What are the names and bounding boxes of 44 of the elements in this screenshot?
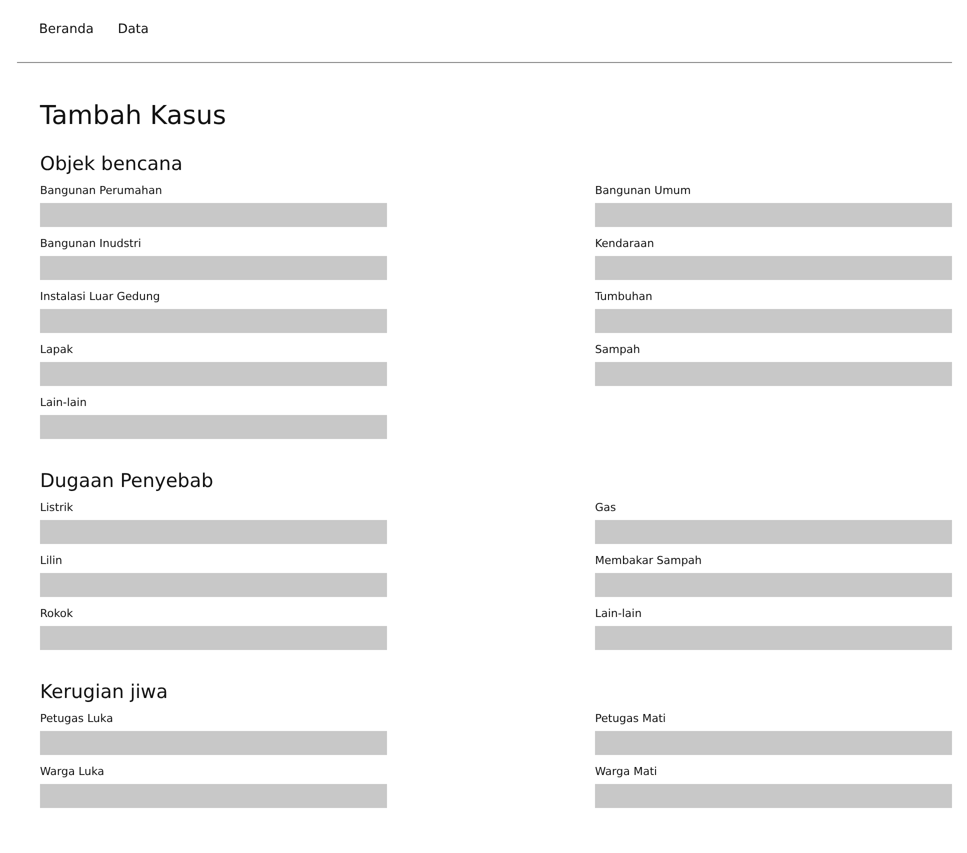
field-label: Tumbuhan [595, 290, 654, 304]
input-field[interactable] [595, 362, 952, 386]
field-label: Listrik [40, 501, 74, 515]
input-field[interactable] [40, 626, 387, 650]
field-label: Instalasi Luar Gedung [40, 290, 161, 304]
input-field[interactable] [40, 362, 387, 386]
nav-link[interactable]: Beranda [39, 22, 94, 36]
input-field[interactable] [595, 309, 952, 333]
input-field[interactable] [595, 256, 952, 280]
field-label: Bangunan Umum [595, 184, 692, 198]
field-label: Warga Luka [40, 765, 106, 779]
input-field[interactable] [595, 784, 952, 808]
page-title: Tambah Kasus [40, 100, 228, 132]
field-label: Lain-lain [40, 396, 88, 410]
input-field[interactable] [40, 415, 387, 439]
input-field[interactable] [40, 203, 387, 227]
field-label: Bangunan Inudstri [40, 237, 142, 251]
nav-link[interactable]: Data [118, 22, 149, 36]
input-field[interactable] [595, 203, 952, 227]
field-label: Lilin [40, 554, 64, 568]
input-field[interactable] [40, 784, 387, 808]
field-label: Lapak [40, 343, 74, 357]
field-label: Sampah [595, 343, 642, 357]
field-label: Rokok [40, 607, 74, 621]
field-label: Lain-lain [595, 607, 643, 621]
input-field[interactable] [40, 309, 387, 333]
input-field[interactable] [595, 626, 952, 650]
section-title: Kerugian jiwa [40, 680, 169, 704]
field-label: Kendaraan [595, 237, 656, 251]
section-title: Objek bencana [40, 152, 184, 176]
field-label: Gas [595, 501, 617, 515]
field-label: Membakar Sampah [595, 554, 703, 568]
input-field[interactable] [40, 520, 387, 544]
field-label: Petugas Luka [40, 712, 114, 726]
section-title: Dugaan Penyebab [40, 469, 214, 493]
input-field[interactable] [40, 731, 387, 755]
field-label: Bangunan Perumahan [40, 184, 164, 198]
field-label: Petugas Mati [595, 712, 667, 726]
input-field[interactable] [40, 573, 387, 597]
field-label: Warga Mati [595, 765, 658, 779]
input-field[interactable] [595, 573, 952, 597]
input-field[interactable] [595, 520, 952, 544]
input-field[interactable] [595, 731, 952, 755]
input-field[interactable] [40, 256, 387, 280]
